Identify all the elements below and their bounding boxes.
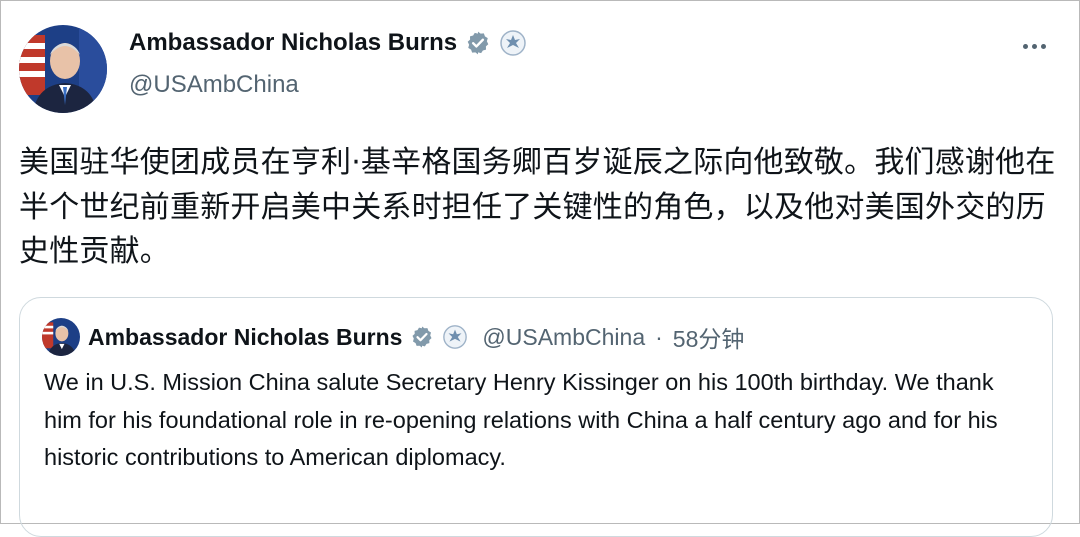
meta-separator: · [655, 323, 663, 350]
tweet-text: 美国驻华使团成员在亨利·基辛格国务卿百岁诞辰之际向他致敬。我们感谢他在半个世纪前… [19, 145, 1056, 269]
verified-badge-icon[interactable] [410, 325, 434, 349]
author-header: Ambassador Nicholas Burns [129, 29, 527, 57]
government-seal-icon [499, 29, 527, 57]
quoted-tweet-text: We in U.S. Mission China salute Secretar… [44, 369, 998, 470]
quoted-author-avatar[interactable] [42, 318, 80, 356]
tweet-card: Ambassador Nicholas Burns @USAmbChina 美国… [0, 0, 1080, 537]
quoted-author-handle[interactable]: @USAmbChina [482, 324, 645, 351]
quoted-author-display-name[interactable]: Ambassador Nicholas Burns [88, 324, 402, 351]
quoted-tweet[interactable]: Ambassador Nicholas Burns @USAmbChina · … [19, 297, 1053, 537]
author-handle[interactable]: @USAmbChina [129, 71, 299, 99]
verified-badge-icon[interactable] [465, 30, 491, 56]
author-display-name[interactable]: Ambassador Nicholas Burns [129, 29, 457, 57]
government-seal-icon [442, 324, 468, 350]
quoted-tweet-header: Ambassador Nicholas Burns @USAmbChina · … [42, 318, 744, 356]
author-avatar[interactable] [19, 25, 107, 113]
more-options-icon[interactable] [1017, 33, 1051, 59]
quoted-tweet-timestamp[interactable]: 58分钟 [673, 320, 745, 354]
